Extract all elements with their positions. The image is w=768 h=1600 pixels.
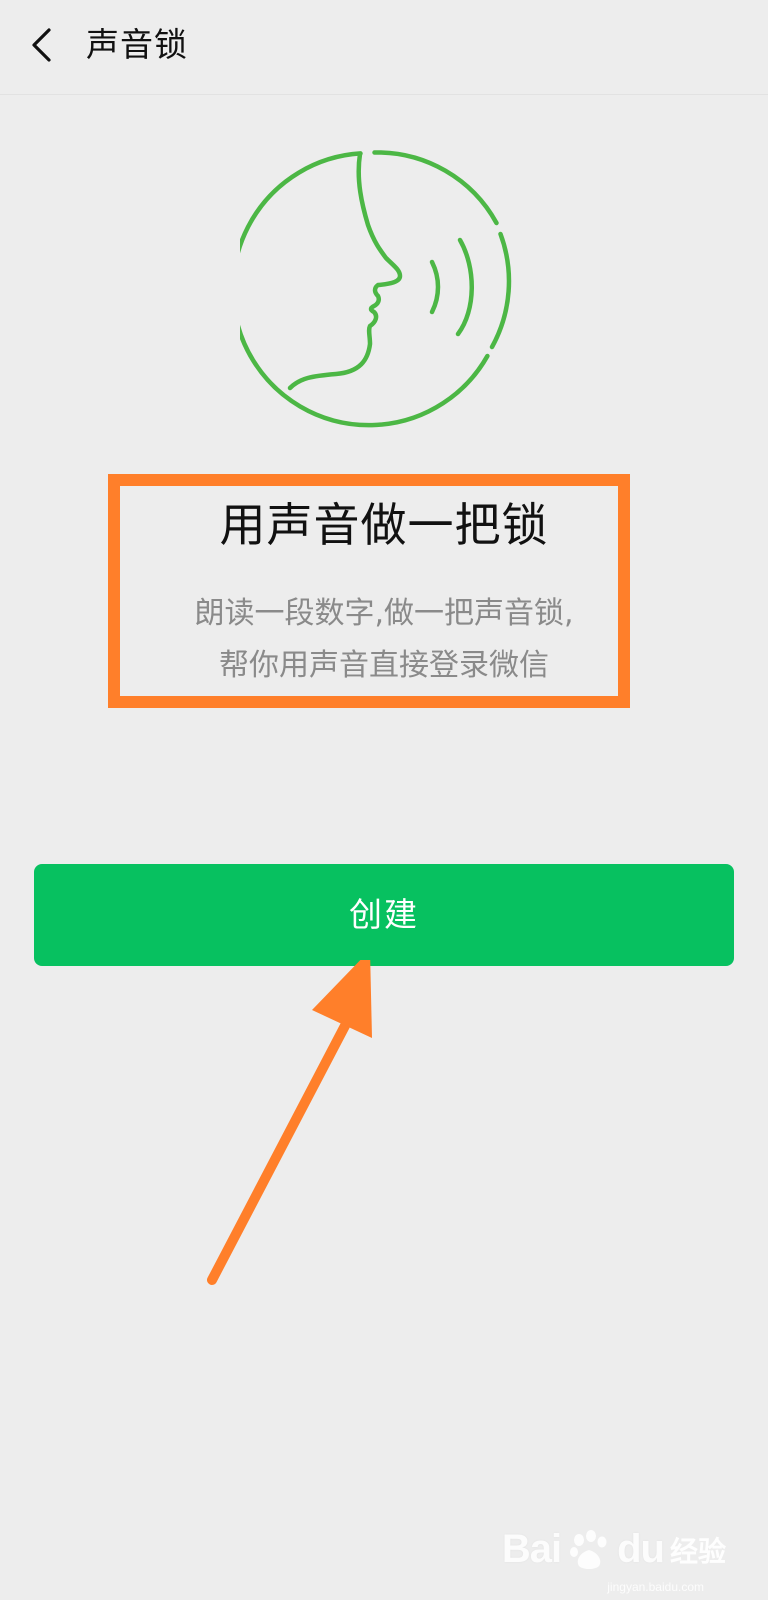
nav-bar: 声音锁 (0, 0, 768, 95)
create-button[interactable]: 创建 (34, 864, 734, 966)
intro-headline: 用声音做一把锁 (219, 498, 549, 552)
description-line-1: 朗读一段数字,做一把声音锁, (194, 596, 574, 631)
watermark-url: jingyan.baidu.com (607, 1580, 704, 1594)
watermark: Bai du 经验 (502, 1527, 726, 1572)
description-line-2: 帮你用声音直接登录微信 (219, 648, 549, 683)
page-title: 声音锁 (86, 25, 188, 64)
back-button[interactable] (18, 20, 68, 70)
annotation-arrow-icon (207, 960, 372, 1285)
chevron-left-icon (32, 28, 51, 62)
watermark-brand: Bai (501, 1527, 562, 1571)
watermark-brand-suffix: du (617, 1527, 665, 1571)
paw-icon (570, 1529, 607, 1569)
intro-description: 朗读一段数字,做一把声音锁, 帮你用声音直接登录微信 (0, 588, 768, 692)
speaking-face-icon (240, 150, 512, 428)
watermark-brand-cn: 经验 (669, 1534, 726, 1568)
